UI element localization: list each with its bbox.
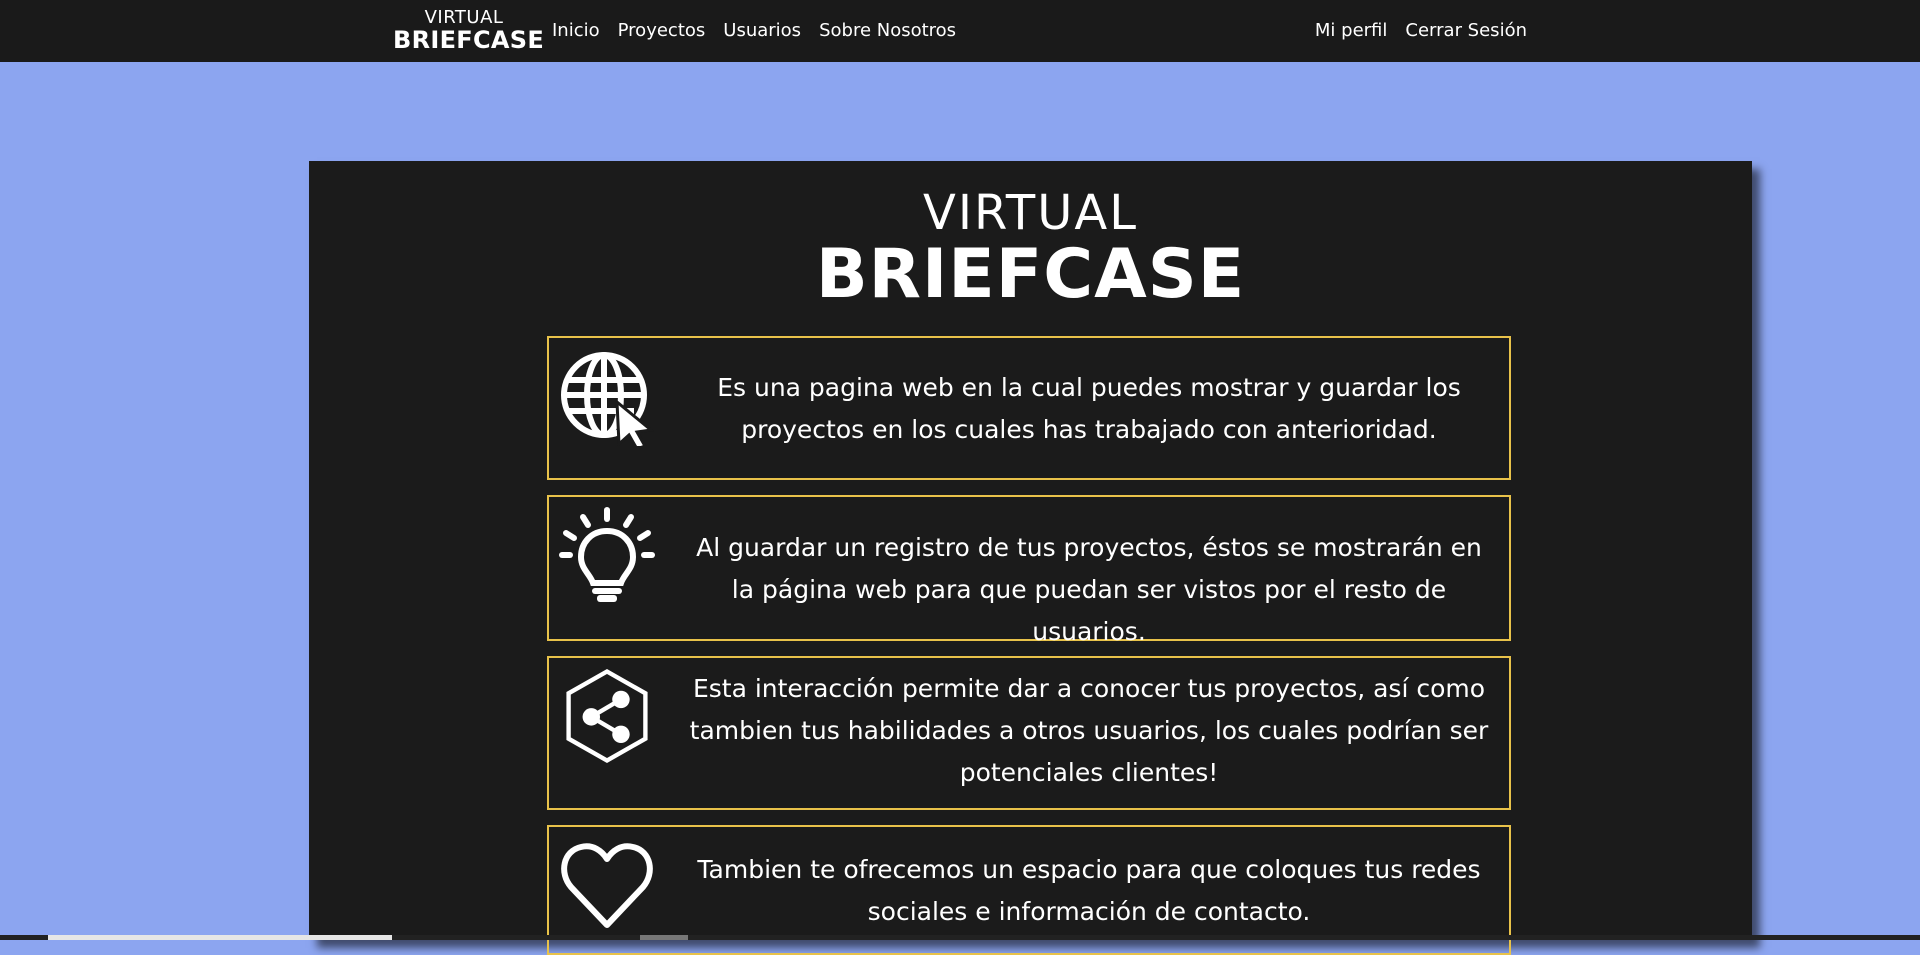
nav-link-inicio[interactable]: Inicio [552,20,600,41]
nav-logo-line2: BRIEFCASE [393,26,545,54]
window-bottom-strip [0,935,1920,940]
nav-links: Inicio Proyectos Usuarios Sobre Nosotros [552,20,974,41]
top-navbar: VIRTUAL BRIEFCASE Inicio Proyectos Usuar… [0,0,1920,62]
nav-link-proyectos[interactable]: Proyectos [618,20,706,41]
nav-logo-line1: VIRTUAL [424,7,504,28]
hero-logo-line2: BRIEFCASE [815,235,1246,314]
globe-cursor-icon [561,352,655,446]
heart-icon [561,843,653,928]
nav-logo[interactable]: VIRTUAL BRIEFCASE [393,7,545,54]
share-hexagon-icon [566,668,648,764]
nav-link-usuarios[interactable]: Usuarios [723,20,801,41]
feature-card-text: Es una pagina web en la cual puedes most… [717,373,1461,444]
feature-card-text: Al guardar un registro de tus proyectos,… [696,533,1482,646]
feature-card-share: Esta interacción permite dar a conocer t… [547,656,1511,810]
feature-card-registry: Al guardar un registro de tus proyectos,… [547,495,1511,646]
main-panel: VIRTUAL BRIEFCASE Es una pagina web en l… [309,161,1752,955]
hero-logo-line1: VIRTUAL [923,185,1138,241]
feature-card-text: Esta interacción permite dar a conocer t… [689,674,1489,787]
nav-user-links: Mi perfil Cerrar Sesión [1297,20,1527,41]
feature-card-showcase: Es una pagina web en la cual puedes most… [547,336,1511,480]
nav-link-cerrar-sesion[interactable]: Cerrar Sesión [1405,20,1527,41]
feature-card-text: Tambien te ofrecemos un espacio para que… [697,855,1481,926]
nav-link-mi-perfil[interactable]: Mi perfil [1315,20,1388,41]
nav-link-sobre-nosotros[interactable]: Sobre Nosotros [819,20,956,41]
lightbulb-icon [559,507,655,602]
hero-logo: VIRTUAL BRIEFCASE [309,189,1752,309]
